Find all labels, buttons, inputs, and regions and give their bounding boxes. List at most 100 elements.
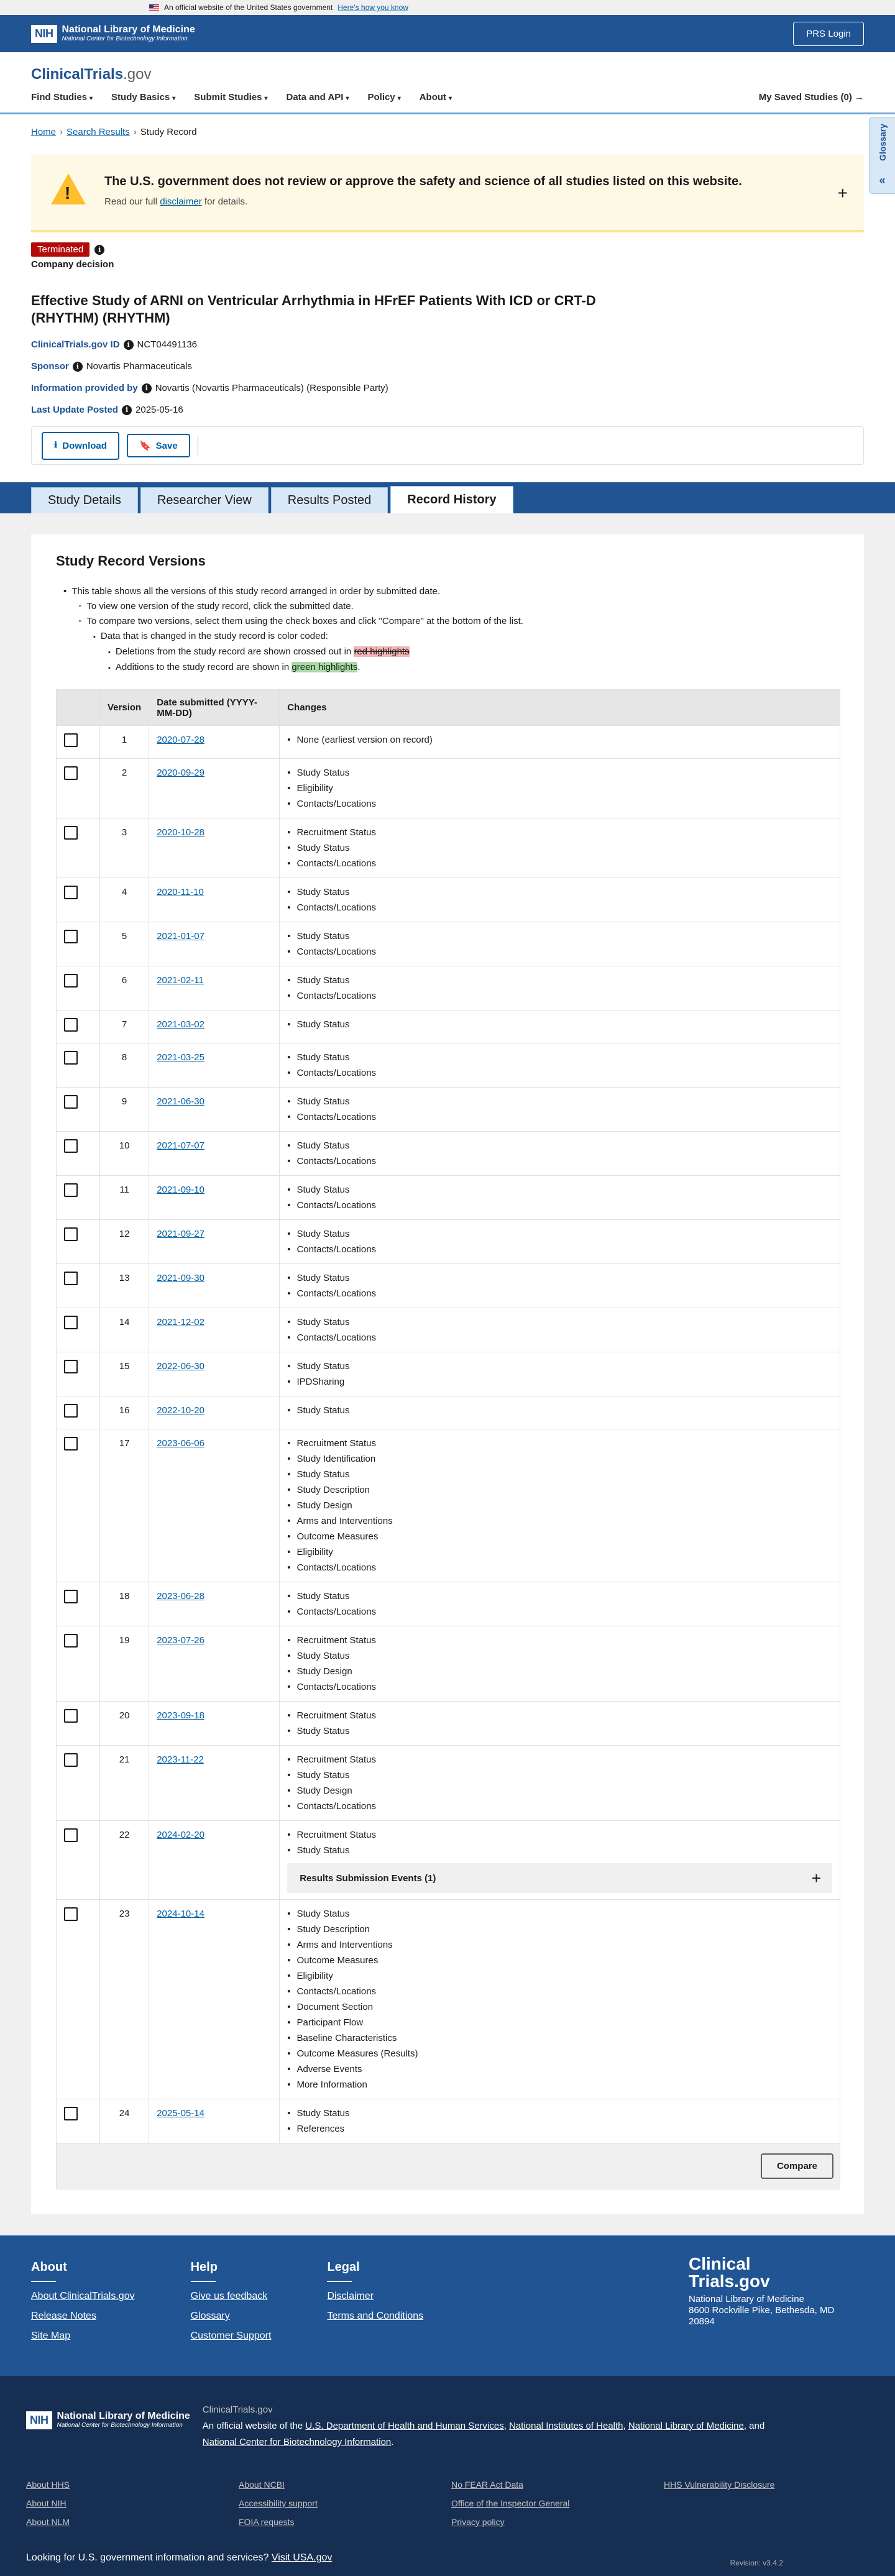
footer-bottom-link[interactable]: No FEAR Act Data xyxy=(451,2477,664,2493)
version-checkbox[interactable] xyxy=(64,1634,78,1648)
glossary-tab[interactable]: Glossary « xyxy=(869,117,895,194)
nih-link[interactable]: National Institutes of Health xyxy=(509,2421,623,2431)
results-submission-events[interactable]: Results Submission Events (1) + xyxy=(287,1863,832,1893)
version-date-link[interactable]: 2021-07-07 xyxy=(157,1140,204,1151)
info-icon[interactable]: i xyxy=(94,244,105,255)
nav-item-find-studies[interactable]: Find Studies xyxy=(31,92,87,103)
version-checkbox[interactable] xyxy=(64,2107,78,2120)
footer-bottom-link[interactable]: Accessibility support xyxy=(239,2495,451,2511)
expand-plus-icon[interactable]: + xyxy=(838,183,848,203)
tab-record-history[interactable]: Record History xyxy=(390,486,513,513)
version-date-link[interactable]: 2021-03-25 xyxy=(157,1052,204,1063)
footer-help-link-2[interactable]: Customer Support xyxy=(191,2331,272,2342)
version-date-link[interactable]: 2023-06-06 xyxy=(157,1438,204,1449)
version-date-link[interactable]: 2024-02-20 xyxy=(157,1830,204,1840)
footer-legal-link-0[interactable]: Disclaimer xyxy=(327,2291,423,2302)
version-date-link[interactable]: 2023-06-28 xyxy=(157,1591,204,1602)
info-icon[interactable]: i xyxy=(122,405,132,415)
version-checkbox[interactable] xyxy=(64,974,78,988)
version-checkbox[interactable] xyxy=(64,1018,78,1032)
version-date-link[interactable]: 2020-07-28 xyxy=(157,735,204,745)
nav-item-study-basics[interactable]: Study Basics xyxy=(111,92,170,103)
version-checkbox[interactable] xyxy=(64,1709,78,1723)
prs-login-button[interactable]: PRS Login xyxy=(793,21,864,46)
version-date-link[interactable]: 2023-09-18 xyxy=(157,1710,204,1721)
version-checkbox[interactable] xyxy=(64,1360,78,1373)
download-button[interactable]: ⭳ Download xyxy=(42,431,119,460)
version-checkbox[interactable] xyxy=(64,1139,78,1153)
version-date-link[interactable]: 2021-09-30 xyxy=(157,1273,204,1283)
version-checkbox[interactable] xyxy=(64,886,78,899)
clinicaltrials-logo[interactable]: ClinicalTrials.gov xyxy=(31,66,864,83)
version-checkbox[interactable] xyxy=(64,1404,78,1418)
info-icon[interactable]: i xyxy=(72,361,83,372)
version-date-link[interactable]: 2020-09-29 xyxy=(157,768,204,778)
breadcrumb-search-results[interactable]: Search Results xyxy=(67,127,130,137)
footer-bottom-link[interactable]: Office of the Inspector General xyxy=(451,2495,664,2511)
tab-results-posted[interactable]: Results Posted xyxy=(270,487,388,513)
version-date-link[interactable]: 2025-05-14 xyxy=(157,2108,204,2119)
version-date-link[interactable]: 2024-10-14 xyxy=(157,1909,204,1919)
footer-help-link-1[interactable]: Glossary xyxy=(191,2311,272,2322)
nav-item-about[interactable]: About xyxy=(420,92,446,103)
version-date-link[interactable]: 2021-06-30 xyxy=(157,1096,204,1107)
version-checkbox[interactable] xyxy=(64,1437,78,1451)
hhs-link[interactable]: U.S. Department of Health and Human Serv… xyxy=(305,2421,503,2431)
version-checkbox[interactable] xyxy=(64,1828,78,1842)
version-checkbox[interactable] xyxy=(64,1272,78,1285)
footer-bottom-link[interactable]: FOIA requests xyxy=(239,2514,451,2530)
info-icon[interactable]: i xyxy=(141,383,152,393)
version-checkbox[interactable] xyxy=(64,1907,78,1921)
footer-legal-link-1[interactable]: Terms and Conditions xyxy=(327,2311,423,2322)
version-checkbox[interactable] xyxy=(64,1051,78,1065)
tab-researcher-view[interactable]: Researcher View xyxy=(140,487,268,513)
version-checkbox[interactable] xyxy=(64,1590,78,1603)
info-icon[interactable]: i xyxy=(123,339,134,350)
footer-nlm-logo[interactable]: NIH National Library of Medicine Nationa… xyxy=(26,2411,190,2429)
version-checkbox[interactable] xyxy=(64,1095,78,1109)
version-checkbox[interactable] xyxy=(64,826,78,840)
how-you-know-link[interactable]: Here's how you know xyxy=(337,3,408,12)
footer-bottom-link[interactable]: About NCBI xyxy=(239,2477,451,2493)
tab-study-details[interactable]: Study Details xyxy=(31,487,138,513)
footer-bottom-link[interactable]: About NLM xyxy=(26,2514,239,2530)
compare-button[interactable]: Compare xyxy=(760,2153,833,2179)
nlm-logo[interactable]: NIH National Library of Medicine Nationa… xyxy=(31,24,195,43)
footer-help-link-0[interactable]: Give us feedback xyxy=(191,2291,272,2302)
usa-gov-link[interactable]: Visit USA.gov xyxy=(272,2552,333,2563)
version-checkbox[interactable] xyxy=(64,1227,78,1241)
version-date-link[interactable]: 2020-11-10 xyxy=(157,887,204,897)
version-date-link[interactable]: 2022-10-20 xyxy=(157,1405,204,1416)
saved-studies-link[interactable]: My Saved Studies (0) → xyxy=(759,92,864,103)
breadcrumb-home[interactable]: Home xyxy=(31,127,56,137)
version-checkbox[interactable] xyxy=(64,733,78,747)
nav-item-data-and-api[interactable]: Data and API xyxy=(287,92,344,103)
version-date-link[interactable]: 2023-11-22 xyxy=(157,1754,204,1765)
version-checkbox[interactable] xyxy=(64,1316,78,1329)
version-date-link[interactable]: 2021-02-11 xyxy=(157,975,204,986)
nlm-link[interactable]: National Library of Medicine xyxy=(628,2421,744,2431)
version-date-link[interactable]: 2021-09-10 xyxy=(157,1185,204,1195)
nav-item-submit-studies[interactable]: Submit Studies xyxy=(194,92,262,103)
version-date-link[interactable]: 2021-12-02 xyxy=(157,1317,204,1327)
ncbi-link[interactable]: National Center for Biotechnology Inform… xyxy=(203,2437,392,2447)
footer-ct-logo[interactable]: Clinical Trials.gov xyxy=(689,2255,776,2290)
footer-bottom-link[interactable]: About NIH xyxy=(26,2495,239,2511)
version-date-link[interactable]: 2021-09-27 xyxy=(157,1229,204,1239)
version-date-link[interactable]: 2022-06-30 xyxy=(157,1361,204,1372)
version-date-link[interactable]: 2021-01-07 xyxy=(157,931,204,942)
version-checkbox[interactable] xyxy=(64,930,78,943)
footer-about-link-1[interactable]: Release Notes xyxy=(31,2311,135,2322)
version-date-link[interactable]: 2020-10-28 xyxy=(157,827,204,838)
disclaimer-link[interactable]: disclaimer xyxy=(160,196,202,207)
version-checkbox[interactable] xyxy=(64,766,78,780)
footer-bottom-link[interactable]: Privacy policy xyxy=(451,2514,664,2530)
footer-bottom-link[interactable]: About HHS xyxy=(26,2477,239,2493)
version-date-link[interactable]: 2023-07-26 xyxy=(157,1635,204,1646)
save-button[interactable]: 🔖 Save xyxy=(126,434,190,457)
footer-about-link-0[interactable]: About ClinicalTrials.gov xyxy=(31,2291,135,2302)
footer-bottom-link[interactable]: HHS Vulnerability Disclosure xyxy=(664,2477,876,2493)
version-checkbox[interactable] xyxy=(64,1753,78,1767)
version-checkbox[interactable] xyxy=(64,1183,78,1197)
nav-item-policy[interactable]: Policy xyxy=(368,92,395,103)
